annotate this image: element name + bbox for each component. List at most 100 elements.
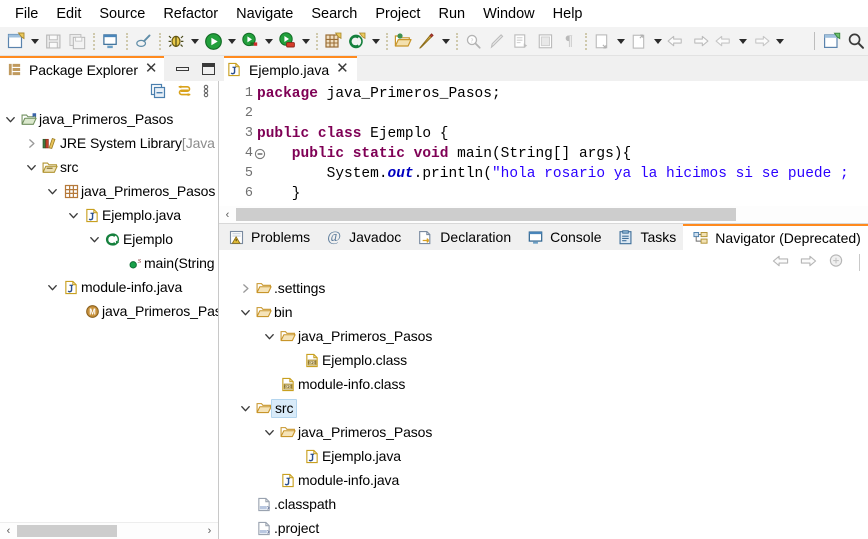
menu-item-help[interactable]: Help: [544, 3, 592, 25]
search-icon[interactable]: [844, 29, 868, 53]
menu-item-refactor[interactable]: Refactor: [154, 3, 227, 25]
menu-item-window[interactable]: Window: [474, 3, 544, 25]
package-explorer-hscrollbar[interactable]: ‹ ›: [0, 522, 218, 539]
scroll-track[interactable]: [236, 206, 868, 223]
forward-icon[interactable]: [688, 29, 712, 53]
previous-dropdown-arrow[interactable]: [736, 29, 749, 53]
next-annotation-icon[interactable]: [509, 29, 533, 53]
menu-item-project[interactable]: Project: [366, 3, 429, 25]
scroll-thumb[interactable]: [17, 525, 117, 537]
package-explorer-tree[interactable]: java_Primeros_Pasos JRE System Library [J…: [0, 104, 218, 522]
tree-row[interactable]: module-info.java: [0, 275, 218, 299]
tree-row[interactable]: java_Primeros_Pasos: [219, 324, 868, 348]
menu-item-source[interactable]: Source: [90, 3, 154, 25]
chevron-down-icon[interactable]: [86, 227, 103, 251]
back-icon[interactable]: [664, 29, 688, 53]
chevron-down-icon[interactable]: [2, 107, 19, 131]
scroll-right-button[interactable]: ›: [201, 523, 218, 539]
new-java-class-icon[interactable]: [345, 29, 369, 53]
scroll-track[interactable]: [17, 523, 201, 539]
close-icon[interactable]: ✕: [334, 61, 351, 78]
run-coverage-dropdown-arrow[interactable]: [262, 29, 275, 53]
new-annotation-icon[interactable]: [415, 29, 439, 53]
tab-javadoc[interactable]: @ Javadoc: [317, 224, 408, 250]
next-icon[interactable]: [749, 29, 773, 53]
open-type-icon[interactable]: [391, 29, 415, 53]
minimize-button[interactable]: [176, 66, 190, 71]
tree-row[interactable]: src: [0, 155, 218, 179]
tab-problems[interactable]: Problems: [219, 224, 317, 250]
tree-row[interactable]: java_Primeros_Pasos: [0, 107, 218, 131]
save-all-icon[interactable]: [65, 29, 89, 53]
tree-row[interactable]: src: [219, 396, 868, 420]
previous-edit-dropdown-arrow[interactable]: [614, 29, 627, 53]
tree-row[interactable]: .classpath: [219, 492, 868, 516]
tree-row[interactable]: module-info.java: [219, 468, 868, 492]
source-code[interactable]: package java_Primeros_Pasos; public clas…: [257, 81, 868, 206]
chevron-down-icon[interactable]: [44, 275, 61, 299]
debug-dropdown-arrow[interactable]: [188, 29, 201, 53]
menu-item-file[interactable]: File: [6, 3, 47, 25]
editor-hscrollbar[interactable]: ‹: [219, 206, 868, 223]
close-icon[interactable]: ✕: [143, 61, 160, 78]
tree-row[interactable]: Smain(String: [0, 251, 218, 275]
chevron-down-icon[interactable]: [261, 324, 278, 348]
navigator-tree[interactable]: .settings bin java_Primeros_Pasos 010 Ejempl…: [219, 274, 868, 539]
new-java-package-icon[interactable]: [321, 29, 345, 53]
save-icon[interactable]: [41, 29, 65, 53]
new-annotation-dropdown-arrow[interactable]: [439, 29, 452, 53]
run-external-tools-icon[interactable]: [275, 29, 299, 53]
menu-item-run[interactable]: Run: [429, 3, 474, 25]
tree-row[interactable]: java_Primeros_Pasos: [219, 420, 868, 444]
tree-row[interactable]: bin: [219, 300, 868, 324]
tree-row[interactable]: .settings: [219, 276, 868, 300]
run-coverage-icon[interactable]: [238, 29, 262, 53]
fold-collapse-icon[interactable]: [254, 148, 266, 160]
maximize-button[interactable]: [202, 62, 216, 75]
tree-row[interactable]: Ejemplo.java: [0, 203, 218, 227]
new-wizard-icon[interactable]: [4, 29, 28, 53]
scroll-left-button[interactable]: ‹: [219, 206, 236, 223]
chevron-right-icon[interactable]: [23, 131, 40, 155]
tree-row[interactable]: Ejemplo: [0, 227, 218, 251]
tab-console[interactable]: Console: [518, 224, 608, 250]
previous-edit-location-icon[interactable]: [590, 29, 614, 53]
forward-icon[interactable]: [800, 254, 817, 271]
tab-ejemplo-java[interactable]: Ejemplo.java ✕: [219, 56, 357, 81]
menu-item-search[interactable]: Search: [302, 3, 366, 25]
tree-row[interactable]: 010 module-info.class: [219, 372, 868, 396]
scroll-thumb[interactable]: [236, 208, 736, 221]
tab-declaration[interactable]: Declaration: [408, 224, 518, 250]
chevron-down-icon[interactable]: [65, 203, 82, 227]
scroll-left-button[interactable]: ‹: [0, 523, 17, 539]
chevron-down-icon[interactable]: [44, 179, 61, 203]
new-java-class-dropdown-arrow[interactable]: [369, 29, 382, 53]
tree-row[interactable]: java_Primeros_Pasos: [0, 179, 218, 203]
chevron-right-icon[interactable]: [237, 276, 254, 300]
chevron-down-icon[interactable]: [23, 155, 40, 179]
menu-item-edit[interactable]: Edit: [47, 3, 90, 25]
collapse-all-icon[interactable]: [150, 83, 166, 102]
tree-row[interactable]: Ejemplo.java: [219, 444, 868, 468]
quick-fix-icon[interactable]: [131, 29, 155, 53]
back-icon[interactable]: [772, 254, 789, 271]
tree-row[interactable]: JRE System Library [Java: [0, 131, 218, 155]
link-with-editor-icon[interactable]: [176, 83, 193, 102]
next-edit-location-icon[interactable]: [627, 29, 651, 53]
print-icon[interactable]: [98, 29, 122, 53]
new-wizard-dropdown-arrow[interactable]: [28, 29, 41, 53]
tab-tasks[interactable]: Tasks: [609, 224, 684, 250]
run-external-tools-dropdown-arrow[interactable]: [299, 29, 312, 53]
run-icon[interactable]: [201, 29, 225, 53]
tree-row[interactable]: 010 Ejemplo.class: [219, 348, 868, 372]
view-menu-icon[interactable]: [203, 83, 209, 102]
menu-item-navigate[interactable]: Navigate: [227, 3, 302, 25]
open-perspective-icon[interactable]: [820, 29, 844, 53]
chevron-down-icon[interactable]: [261, 420, 278, 444]
search-references-icon[interactable]: ?: [461, 29, 485, 53]
toggle-block-selection-icon[interactable]: [533, 29, 557, 53]
tree-row[interactable]: .project: [219, 516, 868, 539]
previous-icon[interactable]: [712, 29, 736, 53]
debug-icon[interactable]: [164, 29, 188, 53]
code-area[interactable]: 1 2 3 4 5 6 package java_Primeros_Pasos; publ…: [219, 81, 868, 206]
